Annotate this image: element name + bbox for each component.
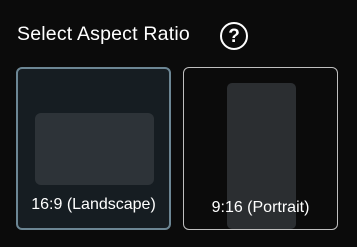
aspect-ratio-panel: Select Aspect Ratio ? 16:9 (Landscape) 9… bbox=[0, 0, 357, 247]
help-icon[interactable]: ? bbox=[220, 22, 248, 50]
panel-title: Select Aspect Ratio bbox=[17, 23, 190, 46]
option-landscape-card[interactable]: 16:9 (Landscape) bbox=[16, 67, 171, 230]
option-portrait-label: 9:16 (Portrait) bbox=[211, 199, 310, 216]
landscape-preview-shape bbox=[35, 113, 154, 185]
help-glyph: ? bbox=[228, 25, 240, 47]
panel-header: Select Aspect Ratio bbox=[17, 20, 190, 50]
option-landscape-label: 16:9 (Landscape) bbox=[31, 196, 156, 213]
option-portrait-card[interactable]: 9:16 (Portrait) bbox=[183, 67, 338, 230]
